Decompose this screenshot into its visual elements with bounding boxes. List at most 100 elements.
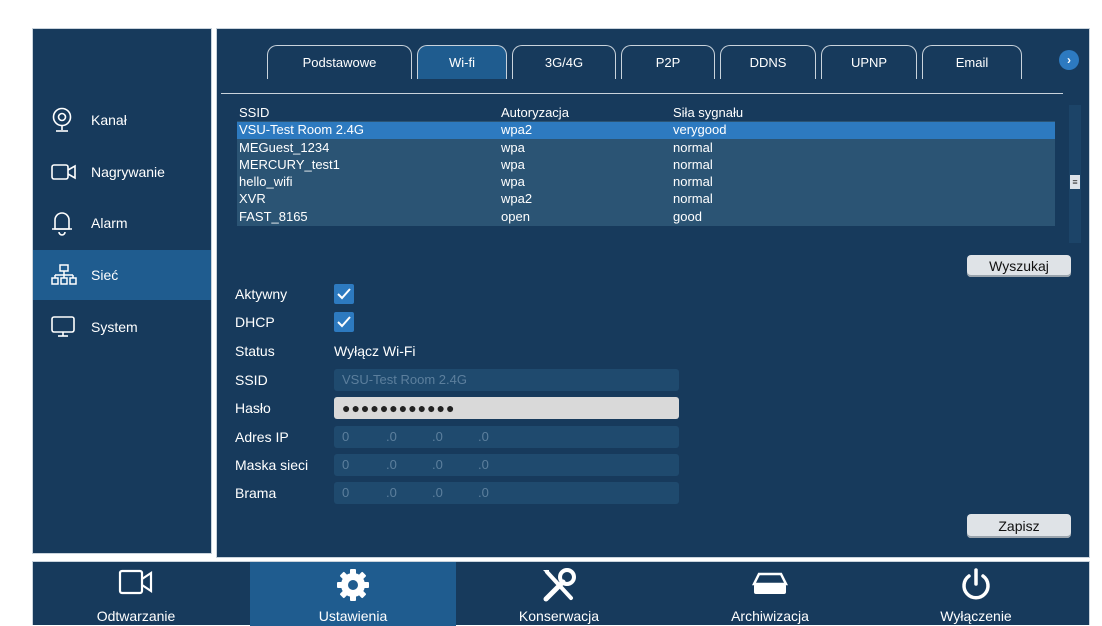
cell-signal: normal bbox=[673, 156, 713, 172]
camera-icon bbox=[52, 107, 72, 132]
gateway-octet: .0 bbox=[478, 485, 489, 500]
active-label: Aktywny bbox=[235, 286, 288, 302]
cell-ssid: XVR bbox=[239, 191, 266, 207]
status-value: Wyłącz Wi-Fi bbox=[334, 343, 416, 359]
tab-3g4g[interactable]: 3G/4G bbox=[512, 45, 616, 79]
cell-signal: normal bbox=[673, 174, 713, 190]
tab-p2p[interactable]: P2P bbox=[621, 45, 715, 79]
cell-signal: verygood bbox=[673, 122, 727, 138]
dhcp-checkbox[interactable] bbox=[334, 312, 354, 332]
status-label: Status bbox=[235, 343, 275, 359]
ssid-label: SSID bbox=[235, 372, 268, 388]
column-header-auth: Autoryzacja bbox=[501, 105, 569, 120]
sidebar-item-label: Nagrywanie bbox=[91, 164, 165, 180]
sidebar-item-kanal[interactable]: Kanał bbox=[33, 95, 211, 145]
tab-wifi[interactable]: Wi-fi bbox=[417, 45, 507, 79]
sidebar-item-label: System bbox=[91, 319, 138, 335]
cell-auth: wpa2 bbox=[501, 122, 533, 138]
wifi-network-table: SSID Autoryzacja Siła sygnału VSU-Test R… bbox=[237, 105, 1055, 227]
tab-email[interactable]: Email bbox=[922, 45, 1022, 79]
password-field[interactable]: ●●●●●●●●●●●● bbox=[334, 397, 679, 419]
table-row[interactable]: VSU-Test Room 2.4G wpa2 verygood bbox=[237, 122, 1055, 140]
top-strip bbox=[0, 0, 1102, 18]
cell-ssid: VSU-Test Room 2.4G bbox=[239, 122, 364, 138]
ip-octet: 0 bbox=[342, 429, 350, 444]
network-icon bbox=[51, 264, 77, 285]
cell-signal: normal bbox=[673, 191, 713, 207]
bottom-item-odtwarzanie[interactable]: Odtwarzanie bbox=[33, 562, 239, 626]
column-header-signal: Siła sygnału bbox=[673, 105, 744, 120]
password-label: Hasło bbox=[235, 400, 271, 416]
table-row[interactable]: hello_wifi wpa normal bbox=[237, 174, 1055, 192]
bottom-item-wylaczenie[interactable]: Wyłączenie bbox=[873, 562, 1079, 626]
sidebar-item-alarm[interactable]: Alarm bbox=[33, 198, 211, 248]
mask-octet: .0 bbox=[478, 457, 489, 472]
table-header: SSID Autoryzacja Siła sygnału bbox=[237, 105, 1055, 123]
ssid-field[interactable]: VSU-Test Room 2.4G bbox=[334, 369, 679, 391]
bottom-item-label: Archiwizacja bbox=[731, 608, 809, 624]
cell-ssid: hello_wifi bbox=[239, 174, 293, 190]
table-scrollbar[interactable]: ≡ bbox=[1069, 105, 1081, 243]
ip-address-label: Adres IP bbox=[235, 429, 289, 445]
bottom-item-label: Ustawienia bbox=[318, 608, 388, 624]
bell-icon bbox=[52, 212, 72, 236]
sidebar-item-siec[interactable]: Sieć bbox=[33, 250, 211, 300]
checkmark-icon bbox=[337, 316, 351, 328]
cell-auth: wpa bbox=[501, 174, 525, 190]
monitor-icon bbox=[51, 316, 75, 337]
cell-auth: wpa bbox=[501, 156, 525, 172]
cell-ssid: MERCURY_test1 bbox=[239, 156, 340, 172]
gateway-octet: .0 bbox=[432, 485, 443, 500]
archive-drive-icon bbox=[752, 572, 788, 594]
tools-icon bbox=[543, 568, 576, 602]
tabs-next-button[interactable]: › bbox=[1059, 50, 1079, 70]
table-row[interactable]: MERCURY_test1 wpa normal bbox=[237, 156, 1055, 175]
scrollbar-thumb[interactable]: ≡ bbox=[1070, 175, 1080, 189]
table-row[interactable]: XVR wpa2 normal bbox=[237, 191, 1055, 209]
cell-signal: good bbox=[673, 208, 702, 224]
cell-auth: open bbox=[501, 208, 530, 224]
gear-icon bbox=[337, 569, 369, 601]
sidebar-item-label: Kanał bbox=[91, 112, 127, 128]
table-row[interactable]: MEGuest_1234 wpa normal bbox=[237, 139, 1055, 157]
chevron-right-icon: › bbox=[1067, 53, 1071, 67]
ip-octet: .0 bbox=[478, 429, 489, 444]
tab-ddns[interactable]: DDNS bbox=[720, 45, 816, 79]
tab-podstawowe[interactable]: Podstawowe bbox=[267, 45, 412, 79]
gateway-label: Brama bbox=[235, 485, 277, 501]
gateway-field[interactable]: 0 .0 .0 .0 bbox=[334, 482, 679, 504]
search-button[interactable]: Wyszukaj bbox=[967, 255, 1071, 277]
bottom-item-label: Konserwacja bbox=[518, 608, 600, 624]
save-button[interactable]: Zapisz bbox=[967, 514, 1071, 538]
bottom-item-konserwacja[interactable]: Konserwacja bbox=[456, 562, 662, 626]
sidebar-item-label: Alarm bbox=[91, 215, 128, 231]
bottom-item-label: Odtwarzanie bbox=[96, 608, 176, 624]
sidebar-item-nagrywanie[interactable]: Nagrywanie bbox=[33, 147, 211, 197]
column-header-ssid: SSID bbox=[239, 105, 270, 120]
active-checkbox[interactable] bbox=[334, 284, 354, 304]
bottom-navigation: Odtwarzanie Ustawienia Konserwacja Archi… bbox=[32, 561, 1090, 626]
gateway-octet: 0 bbox=[342, 485, 350, 500]
tabs-divider bbox=[221, 93, 1063, 94]
subnet-mask-field[interactable]: 0 .0 .0 .0 bbox=[334, 454, 679, 476]
ip-octet: .0 bbox=[432, 429, 443, 444]
checkmark-icon bbox=[337, 288, 351, 300]
bottom-item-ustawienia[interactable]: Ustawienia bbox=[250, 562, 456, 626]
sidebar-item-label: Sieć bbox=[91, 267, 119, 283]
table-row[interactable]: FAST_8165 open good bbox=[237, 208, 1055, 227]
sidebar: Kanał Nagrywanie Alarm Sieć System bbox=[32, 28, 212, 554]
mask-octet: .0 bbox=[386, 457, 397, 472]
ip-address-field[interactable]: 0 .0 .0 .0 bbox=[334, 426, 679, 448]
playback-icon bbox=[118, 569, 153, 595]
bottom-item-archiwizacja[interactable]: Archiwizacja bbox=[667, 562, 873, 626]
sidebar-item-system[interactable]: System bbox=[33, 302, 211, 352]
cell-signal: normal bbox=[673, 139, 713, 155]
gateway-octet: .0 bbox=[386, 485, 397, 500]
ip-octet: .0 bbox=[386, 429, 397, 444]
tab-upnp[interactable]: UPNP bbox=[821, 45, 917, 79]
dhcp-label: DHCP bbox=[235, 314, 275, 330]
cell-auth: wpa2 bbox=[501, 191, 533, 207]
cell-auth: wpa bbox=[501, 139, 525, 155]
mask-octet: 0 bbox=[342, 457, 350, 472]
subnet-mask-label: Maska sieci bbox=[235, 457, 309, 473]
